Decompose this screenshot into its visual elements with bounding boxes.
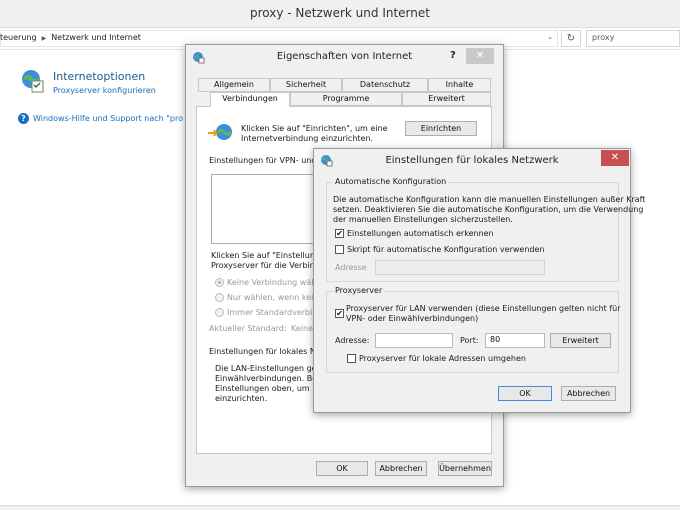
tab-erweitert[interactable]: Erweitert — [402, 92, 491, 106]
proxy-port-input[interactable]: 80 — [485, 333, 545, 348]
cancel-button[interactable]: Abbrechen — [561, 386, 616, 401]
lan-text-line-2: Einwählverbindungen. Bea — [215, 374, 323, 383]
auto-config-text-line-2: setzen. Deaktivieren Sie die automatisch… — [333, 205, 644, 214]
breadcrumb: teuerung ▶ Netzwerk und Internet — [0, 33, 141, 42]
section-title[interactable]: Internetoptionen — [53, 70, 145, 83]
lan-text-line-1: Die LAN-Einstellungen gelte — [215, 364, 327, 373]
help-icon[interactable]: ? — [450, 50, 456, 61]
explorer-titlebar: proxy - Netzwerk und Internet — [0, 0, 680, 28]
auto-detect-label: Einstellungen automatisch erkennen — [347, 229, 494, 238]
close-icon[interactable]: ✕ — [601, 150, 629, 166]
lan-settings-dialog: Einstellungen für lokales Netzwerk ✕ Aut… — [313, 148, 645, 413]
search-input[interactable]: proxy — [586, 30, 680, 47]
radio-always-dial[interactable] — [215, 308, 224, 317]
close-icon[interactable]: ✕ — [466, 48, 494, 64]
tab-sicherheit[interactable]: Sicherheit — [270, 78, 342, 92]
auto-script-label: Skript für automatische Konfiguration ve… — [347, 245, 545, 254]
proxy-port-label: Port: — [460, 336, 479, 345]
vpn-settings-label: Einstellungen für VPN- und Ei — [209, 156, 327, 165]
breadcrumb-item-steuerung[interactable]: teuerung — [0, 33, 37, 42]
proxy-address-input[interactable] — [375, 333, 453, 348]
apply-button[interactable]: Übernehmen — [438, 461, 492, 476]
use-proxy-checkbox[interactable]: ✔ — [335, 309, 344, 318]
proxy-server-group: Proxyserver ✔ Proxyserver für LAN verwen… — [326, 286, 621, 373]
lan-settings-label: Einstellungen für lokales Net — [209, 347, 324, 356]
setup-text-line-2: Internetverbindung einzurichten. — [241, 134, 374, 143]
advanced-button[interactable]: Erweitert — [550, 333, 611, 348]
use-proxy-label-line-2: VPN- oder Einwählverbindungen) — [346, 314, 479, 323]
tab-programme[interactable]: Programme — [290, 92, 402, 106]
proxy-address-label: Adresse: — [335, 336, 370, 345]
auto-detect-checkbox[interactable]: ✔ — [335, 229, 344, 238]
help-support-link[interactable]: Windows-Hilfe und Support nach "pro — [33, 114, 183, 123]
click-text-line-1: Klicken Sie auf "Einstellunge — [211, 251, 325, 260]
breadcrumb-separator-icon[interactable]: ▶ — [42, 35, 47, 42]
cancel-button[interactable]: Abbrechen — [375, 461, 427, 476]
refresh-icon[interactable]: ↻ — [561, 30, 581, 47]
auto-config-text-line-3: der manuellen Einstellungen sicherzustel… — [333, 215, 513, 224]
lan-text-line-3: Einstellungen oben, um Ein — [215, 384, 325, 393]
tab-allgemein[interactable]: Allgemein — [198, 78, 270, 92]
proxy-server-legend: Proxyserver — [333, 286, 385, 295]
tab-verbindungen[interactable]: Verbindungen — [210, 92, 290, 107]
chevron-down-icon[interactable]: ⌄ — [547, 33, 553, 41]
current-default-label: Aktueller Standard: — [209, 324, 287, 333]
setup-button[interactable]: Einrichten — [405, 121, 477, 136]
script-address-input[interactable] — [375, 260, 545, 275]
radio-always-dial-label: Immer Standardverbind — [227, 308, 323, 317]
help-icon: ? — [18, 113, 29, 124]
auto-script-checkbox[interactable] — [335, 245, 344, 254]
dialog-titlebar: Eigenschaften von Internet ? ✕ — [186, 45, 503, 69]
ok-button[interactable]: OK — [498, 386, 552, 401]
lan-dialog-titlebar: Einstellungen für lokales Netzwerk ✕ — [314, 149, 630, 173]
ok-button[interactable]: OK — [316, 461, 368, 476]
tab-datenschutz[interactable]: Datenschutz — [342, 78, 428, 92]
auto-config-text-line-1: Die automatische Konfiguration kann die … — [333, 195, 646, 204]
bypass-local-checkbox[interactable] — [347, 354, 356, 363]
lan-dialog-title: Einstellungen für lokales Netzwerk — [385, 155, 559, 166]
setup-text-line-1: Klicken Sie auf "Einrichten", um eine — [241, 124, 388, 133]
radio-dial-when-none-label: Nur wählen, wenn keine — [227, 293, 324, 302]
vpn-connections-list[interactable] — [211, 174, 321, 244]
radio-no-dial[interactable] — [215, 278, 224, 287]
internet-options-icon — [22, 70, 44, 93]
proxy-config-link[interactable]: Proxyserver konfigurieren — [53, 86, 156, 95]
use-proxy-label-line-1: Proxyserver für LAN verwenden (diese Ein… — [346, 304, 621, 313]
lan-text-line-4: einzurichten. — [215, 394, 268, 403]
current-default-value: Keine — [291, 324, 313, 333]
click-text-line-2: Proxyserver für die Verbindu — [211, 261, 325, 270]
auto-config-group: Automatische Konfiguration Die automatis… — [326, 177, 645, 282]
window-title: proxy - Netzwerk und Internet — [250, 6, 430, 20]
auto-config-legend: Automatische Konfiguration — [333, 177, 449, 186]
bypass-local-label: Proxyserver für lokale Adressen umgehen — [359, 354, 526, 363]
radio-no-dial-label: Keine Verbindung wähle — [227, 278, 324, 287]
window-bottom-edge — [0, 505, 680, 510]
radio-dial-when-none[interactable] — [215, 293, 224, 302]
breadcrumb-item-netzwerk[interactable]: Netzwerk und Internet — [51, 33, 141, 42]
script-address-label: Adresse — [335, 263, 367, 272]
network-setup-icon — [208, 124, 232, 140]
tab-inhalte[interactable]: Inhalte — [428, 78, 491, 92]
